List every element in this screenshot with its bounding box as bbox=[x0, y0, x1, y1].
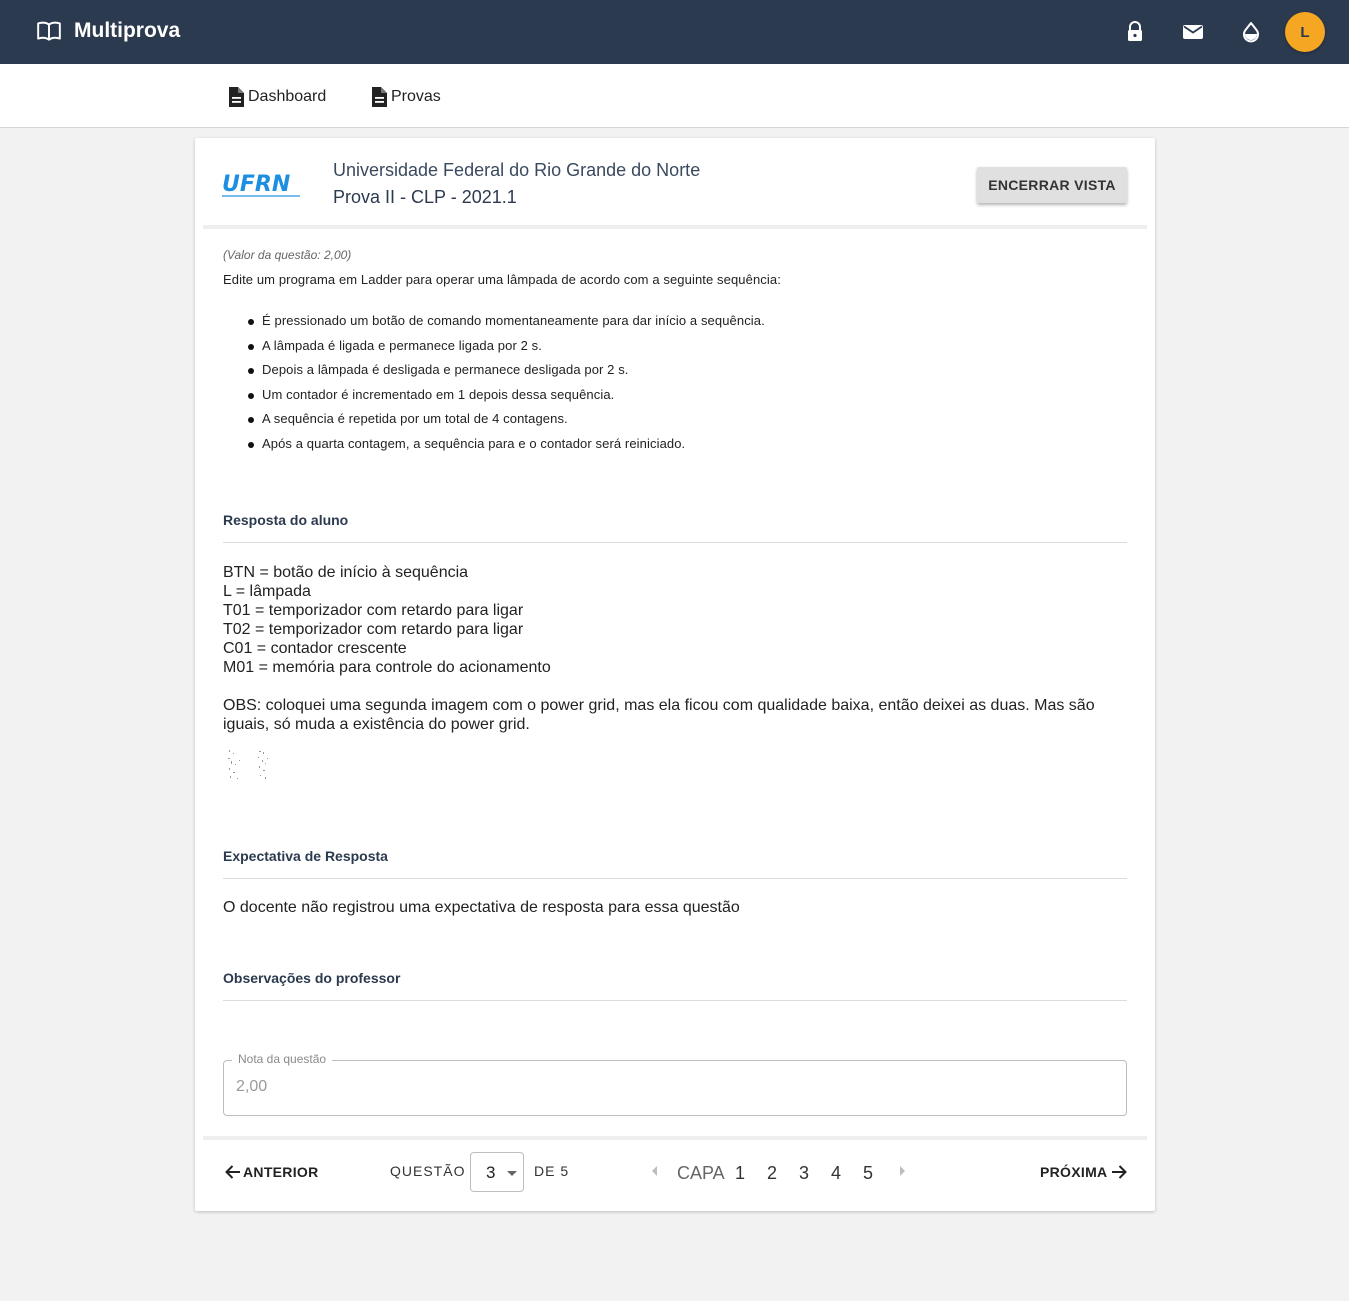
list-item: Um contador é incrementado em 1 depois d… bbox=[248, 383, 765, 408]
previous-button[interactable]: ANTERIOR bbox=[223, 1162, 319, 1182]
nav-label-dashboard: Dashboard bbox=[248, 88, 327, 105]
list-item: A lâmpada é ligada e permanece ligada po… bbox=[248, 334, 765, 359]
page-item-1[interactable]: 1 bbox=[735, 1163, 745, 1184]
next-button[interactable]: PRÓXIMA bbox=[1040, 1162, 1129, 1182]
expectation-section-title: Expectativa de Resposta bbox=[223, 848, 388, 864]
answer-line: T02 = temporizador com retardo para liga… bbox=[223, 621, 524, 638]
expectation-text: O docente não registrou uma expectativa … bbox=[223, 899, 740, 916]
page-item-capa[interactable]: CAPA bbox=[677, 1163, 725, 1184]
answer-image-thumbnail[interactable] bbox=[254, 748, 274, 782]
question-total: DE 5 bbox=[534, 1163, 570, 1179]
divider bbox=[223, 1000, 1127, 1001]
header-divider bbox=[203, 225, 1147, 229]
next-label: PRÓXIMA bbox=[1040, 1164, 1108, 1180]
mail-icon[interactable] bbox=[1181, 20, 1205, 44]
answer-line: T01 = temporizador com retardo para liga… bbox=[223, 602, 524, 619]
question-value: (Valor da questão: 2,00) bbox=[223, 248, 352, 262]
grade-field[interactable]: Nota da questão bbox=[223, 1052, 1127, 1116]
answer-image-thumbnail[interactable] bbox=[225, 748, 245, 782]
brand[interactable]: Multiprova bbox=[36, 18, 180, 44]
list-item: É pressionado um botão de comando moment… bbox=[248, 309, 765, 334]
nav-bar: Dashboard Provas bbox=[0, 64, 1349, 128]
drop-icon[interactable] bbox=[1239, 20, 1263, 44]
arrow-left-icon bbox=[225, 1165, 240, 1179]
top-app-bar: Multiprova L bbox=[0, 0, 1349, 64]
footer-divider bbox=[203, 1136, 1147, 1140]
answer-section-title: Resposta do aluno bbox=[223, 512, 349, 528]
ufrn-logo: UFRN bbox=[222, 172, 300, 197]
question-list: É pressionado um botão de comando moment… bbox=[248, 309, 765, 456]
answer-line: L = lâmpada bbox=[223, 583, 311, 600]
nav-label-provas: Provas bbox=[391, 88, 441, 105]
page-next-icon[interactable] bbox=[900, 1166, 905, 1176]
nav-item-provas[interactable]: Provas bbox=[369, 86, 441, 108]
lock-icon[interactable] bbox=[1123, 20, 1147, 44]
answer-line: C01 = contador crescente bbox=[223, 640, 407, 657]
document-icon bbox=[372, 87, 387, 107]
app-title: Multiprova bbox=[74, 19, 181, 42]
university-name: Universidade Federal do Rio Grande do No… bbox=[333, 160, 701, 180]
page-item-3[interactable]: 3 bbox=[799, 1163, 809, 1184]
divider bbox=[223, 542, 1127, 543]
exam-card: UFRN Universidade Federal do Rio Grande … bbox=[195, 138, 1155, 1211]
nav-item-dashboard[interactable]: Dashboard bbox=[226, 86, 326, 108]
close-view-button[interactable]: ENCERRAR VISTA bbox=[977, 167, 1127, 203]
question-select-value: 3 bbox=[486, 1163, 496, 1182]
list-item: Após a quarta contagem, a sequência para… bbox=[248, 432, 765, 457]
answer-obs: OBS: coloquei uma segunda imagem com o p… bbox=[223, 697, 1095, 733]
divider bbox=[223, 878, 1127, 879]
book-icon bbox=[37, 21, 61, 41]
answer-text: BTN = botão de início à sequência L = lâ… bbox=[223, 563, 551, 677]
page-item-2[interactable]: 2 bbox=[767, 1163, 777, 1184]
list-item: A sequência é repetida por um total de 4… bbox=[248, 407, 765, 432]
answer-line: BTN = botão de início à sequência bbox=[223, 564, 469, 581]
question-select[interactable]: 3 bbox=[470, 1152, 524, 1192]
caret-down-icon bbox=[507, 1171, 517, 1176]
document-icon bbox=[229, 87, 244, 107]
teacher-notes-title: Observações do professor bbox=[223, 970, 401, 986]
question-label: QUESTÃO bbox=[390, 1163, 466, 1179]
page-prev-icon[interactable] bbox=[652, 1166, 657, 1176]
page-item-5[interactable]: 5 bbox=[863, 1163, 873, 1184]
grade-label: Nota da questão bbox=[232, 1052, 333, 1066]
previous-label: ANTERIOR bbox=[243, 1164, 319, 1180]
avatar[interactable]: L bbox=[1285, 12, 1325, 52]
logo-text: UFRN bbox=[222, 172, 290, 197]
exam-name: Prova II - CLP - 2021.1 bbox=[333, 187, 517, 207]
grade-input[interactable] bbox=[236, 1078, 1096, 1096]
question-text: Edite um programa em Ladder para operar … bbox=[223, 272, 781, 287]
arrow-right-icon bbox=[1112, 1165, 1128, 1179]
page-item-4[interactable]: 4 bbox=[831, 1163, 841, 1184]
answer-line: M01 = memória para controle do acionamen… bbox=[223, 659, 551, 676]
list-item: Depois a lâmpada é desligada e permanece… bbox=[248, 358, 765, 383]
